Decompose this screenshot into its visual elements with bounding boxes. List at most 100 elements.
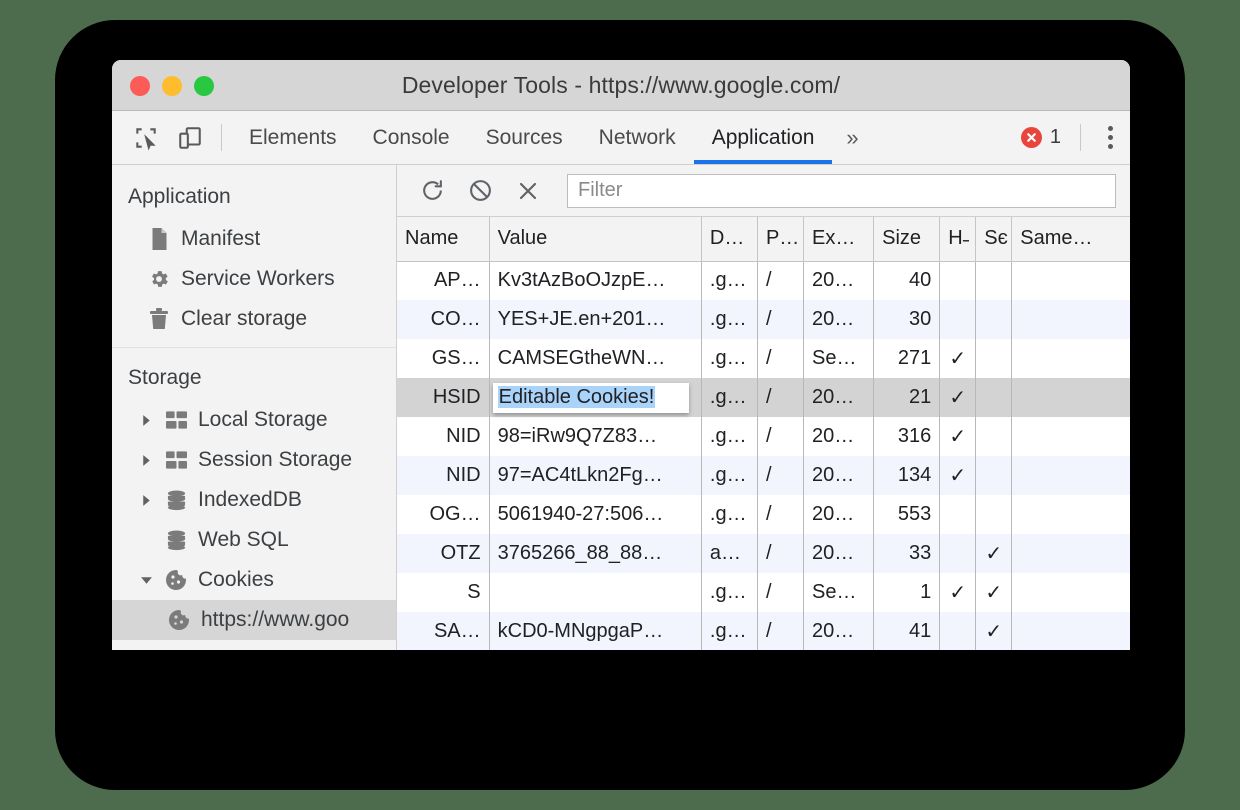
- cell-expires[interactable]: 20…: [804, 495, 874, 534]
- cell-samesite[interactable]: [1012, 573, 1130, 612]
- sidebar-item-cookie-origin[interactable]: https://www.goo: [112, 600, 396, 640]
- chevron-down-icon[interactable]: [138, 574, 154, 587]
- cell-domain[interactable]: .g…: [701, 378, 757, 417]
- column-header-expires[interactable]: Ex…: [804, 217, 874, 261]
- cell-name[interactable]: S: [397, 573, 489, 612]
- table-row[interactable]: OG…5061940-27:506….g…/20…553: [397, 495, 1130, 534]
- cell-name[interactable]: OG…: [397, 495, 489, 534]
- cell-size[interactable]: 21: [874, 378, 940, 417]
- table-row[interactable]: AP…Kv3tAzBoOJzpE….g…/20…40: [397, 261, 1130, 300]
- cell-expires[interactable]: Se…: [804, 339, 874, 378]
- cell-httponly[interactable]: ✓: [940, 573, 976, 612]
- cell-name[interactable]: SA…: [397, 612, 489, 650]
- cell-name[interactable]: OTZ: [397, 534, 489, 573]
- cell-size[interactable]: 40: [874, 261, 940, 300]
- device-toolbar-icon[interactable]: [168, 111, 212, 164]
- cell-secure[interactable]: [976, 300, 1012, 339]
- cell-expires[interactable]: Se…: [804, 573, 874, 612]
- column-header-size[interactable]: Size: [874, 217, 940, 261]
- column-header-httponly[interactable]: H˗: [940, 217, 976, 261]
- delete-selected-cookie-icon[interactable]: [507, 172, 549, 210]
- cell-path[interactable]: /: [757, 495, 803, 534]
- cell-samesite[interactable]: [1012, 612, 1130, 650]
- cell-samesite[interactable]: [1012, 534, 1130, 573]
- sidebar-item-session-storage[interactable]: Session Storage: [112, 440, 396, 480]
- table-row[interactable]: OTZ3765266_88_88…a…/20…33✓: [397, 534, 1130, 573]
- cell-domain[interactable]: .g…: [701, 495, 757, 534]
- cell-expires[interactable]: 20…: [804, 456, 874, 495]
- close-window-button[interactable]: [130, 76, 150, 96]
- cell-path[interactable]: /: [757, 612, 803, 650]
- cell-secure[interactable]: [976, 378, 1012, 417]
- cell-secure[interactable]: ✓: [976, 573, 1012, 612]
- cell-expires[interactable]: 20…: [804, 417, 874, 456]
- error-count-badge[interactable]: 1: [1015, 111, 1071, 164]
- cell-size[interactable]: 316: [874, 417, 940, 456]
- cell-value[interactable]: kCD0-MNgpgaP…: [489, 612, 701, 650]
- cell-size[interactable]: 33: [874, 534, 940, 573]
- cell-value[interactable]: 97=AC4tLkn2Fg…: [489, 456, 701, 495]
- column-header-name[interactable]: Name: [397, 217, 489, 261]
- maximize-window-button[interactable]: [194, 76, 214, 96]
- cell-value[interactable]: 98=iRw9Q7Z83…: [489, 417, 701, 456]
- cell-httponly[interactable]: [940, 495, 976, 534]
- cell-secure[interactable]: ✓: [976, 534, 1012, 573]
- cell-size[interactable]: 271: [874, 339, 940, 378]
- cell-samesite[interactable]: [1012, 456, 1130, 495]
- cell-expires[interactable]: 20…: [804, 378, 874, 417]
- chevron-right-icon[interactable]: [138, 454, 154, 467]
- cell-expires[interactable]: 20…: [804, 300, 874, 339]
- cell-secure[interactable]: [976, 417, 1012, 456]
- cell-samesite[interactable]: [1012, 339, 1130, 378]
- cell-value[interactable]: 3765266_88_88…: [489, 534, 701, 573]
- table-row[interactable]: NID98=iRw9Q7Z83….g…/20…316✓: [397, 417, 1130, 456]
- cell-httponly[interactable]: [940, 300, 976, 339]
- column-header-samesite[interactable]: Same…: [1012, 217, 1130, 261]
- chevron-right-icon[interactable]: [138, 494, 154, 507]
- refresh-icon[interactable]: [411, 172, 453, 210]
- sidebar-item-local-storage[interactable]: Local Storage: [112, 400, 396, 440]
- cell-path[interactable]: /: [757, 339, 803, 378]
- sidebar-item-indexeddb[interactable]: IndexedDB: [112, 480, 396, 520]
- chevron-right-icon[interactable]: [138, 414, 154, 427]
- clear-all-cookies-icon[interactable]: [459, 172, 501, 210]
- inspect-element-icon[interactable]: [124, 111, 168, 164]
- cell-value[interactable]: [489, 573, 701, 612]
- sidebar-item-manifest[interactable]: Manifest: [112, 219, 396, 259]
- cell-size[interactable]: 1: [874, 573, 940, 612]
- cell-samesite[interactable]: [1012, 378, 1130, 417]
- cell-domain[interactable]: .g…: [701, 339, 757, 378]
- devtools-menu-icon[interactable]: [1090, 111, 1130, 164]
- column-header-value[interactable]: Value: [489, 217, 701, 261]
- cell-name[interactable]: NID: [397, 456, 489, 495]
- table-row[interactable]: HSIDEditable Cookies!.g…/20…21✓: [397, 378, 1130, 417]
- table-row[interactable]: SA…kCD0-MNgpgaP….g…/20…41✓: [397, 612, 1130, 650]
- table-row[interactable]: GS…CAMSEGtheWN….g…/Se…271✓: [397, 339, 1130, 378]
- cell-name[interactable]: NID: [397, 417, 489, 456]
- sidebar-item-service-workers[interactable]: Service Workers: [112, 259, 396, 299]
- cell-path[interactable]: /: [757, 534, 803, 573]
- cell-httponly[interactable]: ✓: [940, 417, 976, 456]
- cell-secure[interactable]: [976, 261, 1012, 300]
- cell-httponly[interactable]: [940, 612, 976, 650]
- cell-path[interactable]: /: [757, 456, 803, 495]
- cell-size[interactable]: 41: [874, 612, 940, 650]
- cell-domain[interactable]: .g…: [701, 612, 757, 650]
- cell-domain[interactable]: a…: [701, 534, 757, 573]
- cell-httponly[interactable]: ✓: [940, 378, 976, 417]
- cell-domain[interactable]: .g…: [701, 573, 757, 612]
- cell-size[interactable]: 134: [874, 456, 940, 495]
- column-header-secure[interactable]: Sє: [976, 217, 1012, 261]
- sidebar-item-clear-storage[interactable]: Clear storage: [112, 299, 396, 339]
- cell-size[interactable]: 553: [874, 495, 940, 534]
- cell-domain[interactable]: .g…: [701, 417, 757, 456]
- cell-samesite[interactable]: [1012, 261, 1130, 300]
- tab-elements[interactable]: Elements: [231, 111, 355, 164]
- cell-domain[interactable]: .g…: [701, 300, 757, 339]
- sidebar-item-web-sql[interactable]: Web SQL: [112, 520, 396, 560]
- sidebar-item-cookies[interactable]: Cookies: [112, 560, 396, 600]
- tab-application[interactable]: Application: [694, 111, 833, 164]
- cell-secure[interactable]: [976, 456, 1012, 495]
- cell-value[interactable]: Kv3tAzBoOJzpE…: [489, 261, 701, 300]
- cell-secure[interactable]: [976, 495, 1012, 534]
